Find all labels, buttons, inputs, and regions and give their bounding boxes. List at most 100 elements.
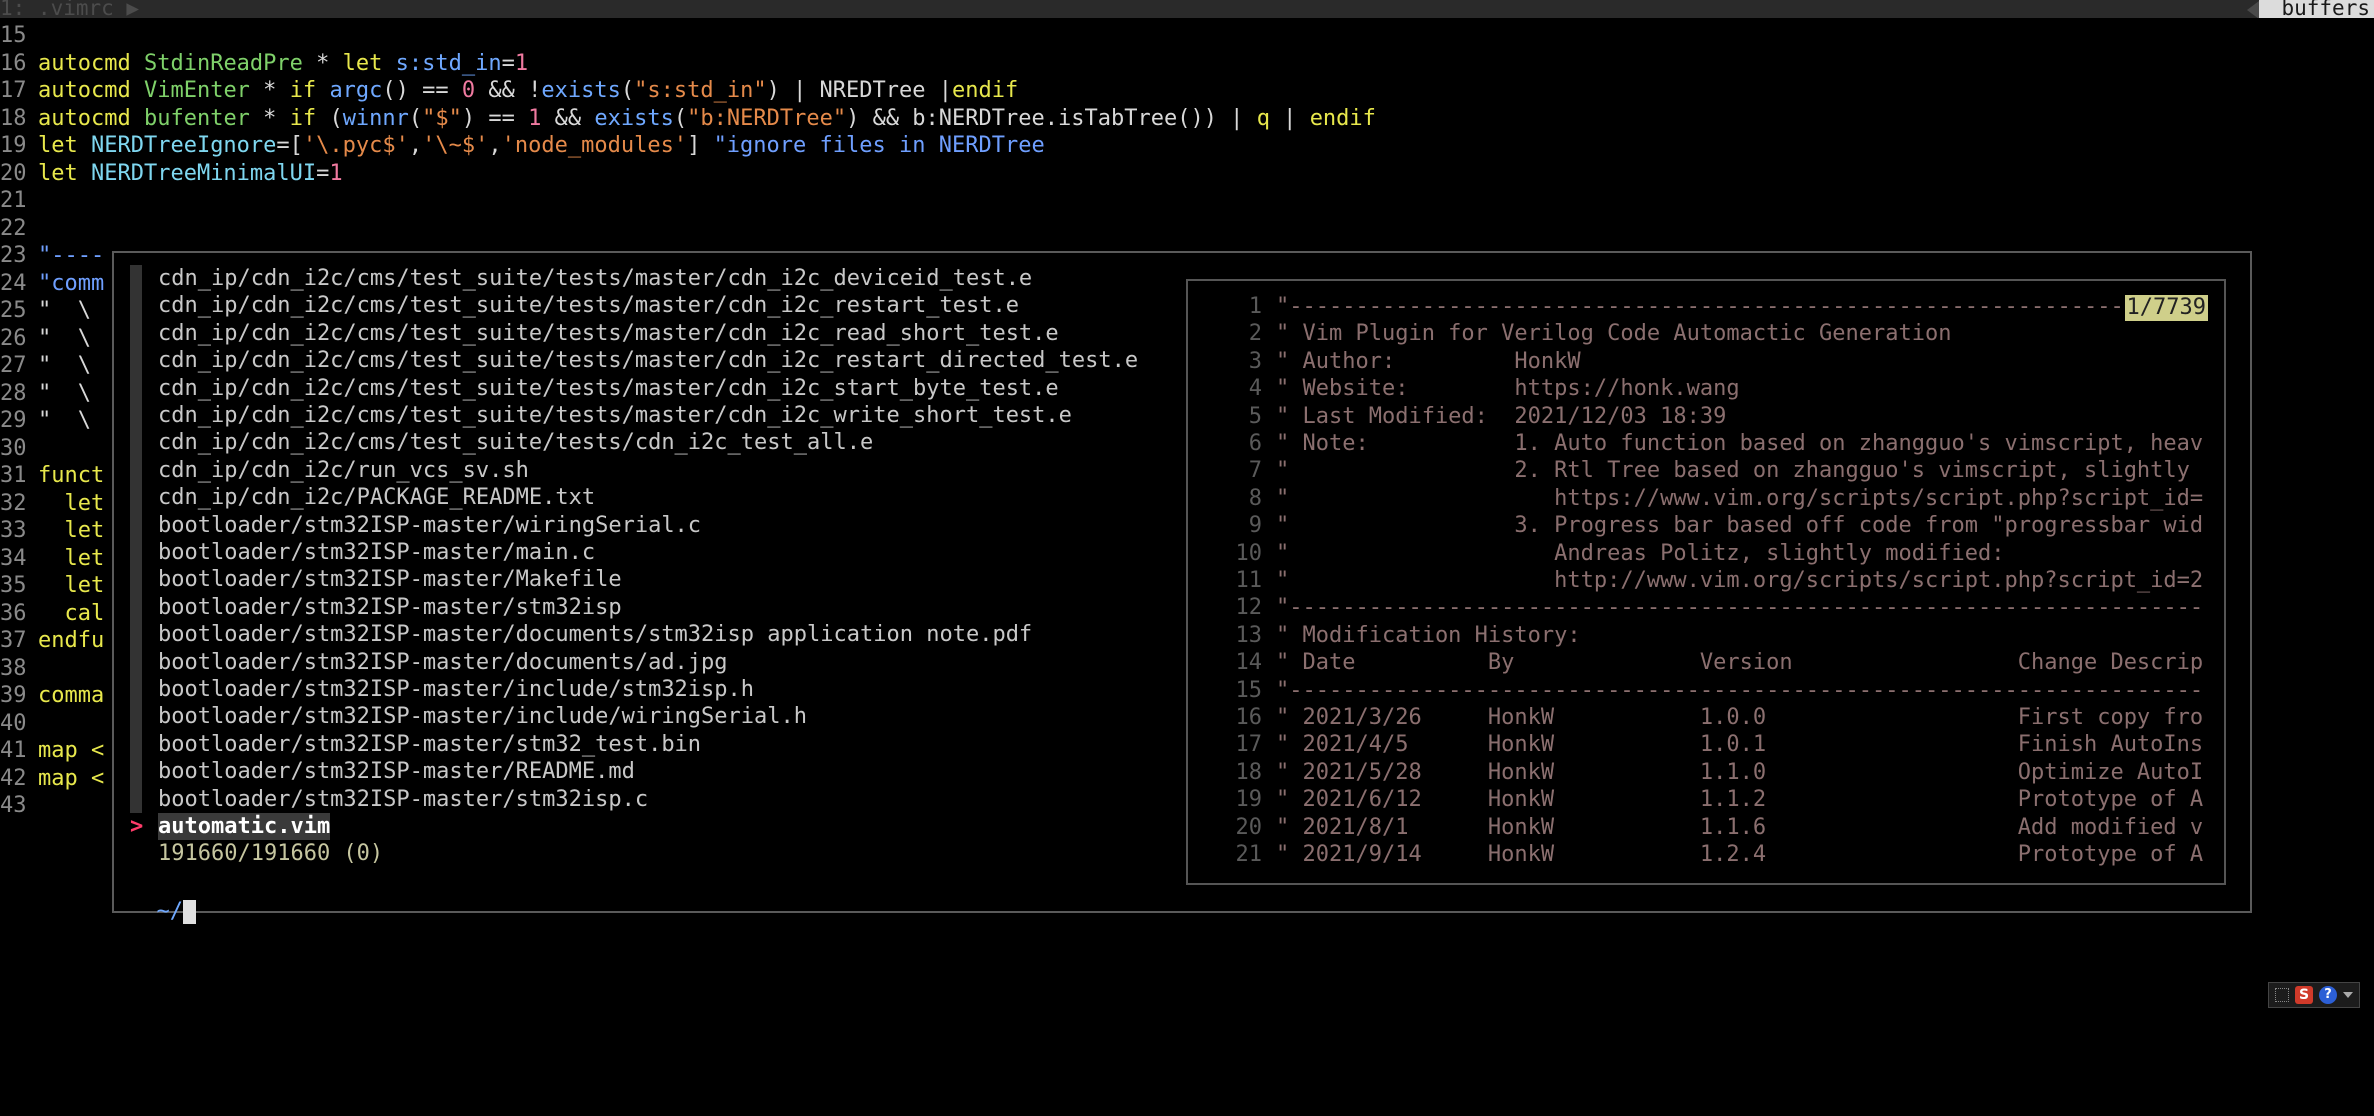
preview-line-number: 9 [1248,513,1262,539]
preview-line-text: " Website: https://honk.wang [1276,376,1740,402]
code-token: let [342,50,396,76]
code-token: 1 [329,160,343,186]
result-gutter [130,484,142,512]
tab-vimrc[interactable]: 1: .vimrc ▶ [0,0,139,18]
result-gutter [130,347,142,375]
code-token: " \ [38,380,91,406]
line-code: autocmd VimEnter * if argc() == 0 && !ex… [38,77,1018,105]
result-gutter [130,456,142,485]
code-token: endif [1309,105,1376,131]
code-token: '\~$' [422,133,489,158]
preview-line-text: " 2021/8/1 HonkW 1.1.6 Add modified v [1276,814,2204,840]
result-path: cdn_ip/cdn_i2c/cms/test_suite/tests/mast… [158,293,1019,319]
code-token: " \ [38,353,91,378]
preview-line-number: 21 [1235,842,1263,867]
preview-line-text: " 2021/5/28 HonkW 1.1.0 Optimize AutoI [1276,759,2204,785]
buffers-label[interactable]: buffers [2259,0,2374,18]
result-gutter [130,621,142,649]
line-number: 19 [0,133,27,158]
ime-tray[interactable]: S ? [2268,982,2360,1008]
code-token: let [38,518,105,543]
line-number: 34 [0,545,27,571]
line-code: let [38,545,104,573]
code-token: NERDTreeIgnore [90,133,277,158]
code-token: autocmd [38,105,144,131]
line-number: 17 [0,78,27,103]
line-number: 28 [0,380,27,406]
line-code: cal [38,600,104,628]
code-token: '\.pyc$' [302,133,409,158]
code-token: winnr [342,105,409,131]
code-token: | [1269,105,1310,131]
preview-line-text: " 2021/3/26 HonkW 1.0.0 First copy fro [1276,705,2204,730]
code-token: map < [38,738,105,763]
preview-line-text: "---------------------------------------… [1276,294,2151,319]
code-token: ] [687,133,714,158]
result-path: cdn_ip/cdn_i2c/cms/test_suite/tests/mast… [158,320,1059,346]
help-icon[interactable]: ? [2319,986,2337,1004]
line-number: 37 [0,628,27,653]
line-number: 26 [0,325,27,351]
line-number: 42 [0,765,27,791]
tabline-right: buffers [2247,0,2374,18]
code-token: && ! [475,78,542,103]
text-cursor [183,900,196,924]
result-gutter [130,265,142,293]
code-token: q [1256,105,1270,131]
result-gutter [130,593,142,622]
result-gutter [130,539,142,567]
chevron-down-icon[interactable] [2343,992,2353,998]
code-token: let [38,490,105,516]
line-number: 38 [0,655,27,681]
match-count: 191660/191660 (0) [158,841,384,867]
code-token: argc [329,78,383,103]
preview-line-number: 15 [1235,677,1263,703]
code-token: 1 [528,105,542,131]
code-token: " \ [38,325,91,351]
result-path: cdn_ip/cdn_i2c/cms/test_suite/tests/mast… [158,375,1059,401]
line-number: 40 [0,710,27,736]
preview-line-number: 12 [1235,595,1263,621]
code-token: 1 [514,50,529,76]
line-code: map < [38,737,104,765]
code-token: ) == [461,105,529,131]
code-token: endfu [38,628,105,653]
tabline: 1: .vimrc ▶ buffers [0,0,2374,18]
result-path: bootloader/stm32ISP-master/include/wirin… [158,704,808,730]
file-preview[interactable]: 21 " 2021/9/14 HonkW 1.2.4 Prototype of A… [1186,279,2226,885]
preview-line-text: " 2021/4/5 HonkW 1.0.1 Finish AutoIns [1276,732,2204,758]
line-code: let [38,572,104,600]
preview-line-text: " Andreas Politz, slightly modified: [1276,540,2005,566]
preview-line-number: 1 [1248,294,1262,319]
preview-line-number: 13 [1235,622,1263,648]
code-token: StdinReadPre [143,50,303,76]
preview-line-number: 4 [1248,376,1262,402]
code-token: if [289,105,330,131]
preview-line-text: " 2. Rtl Tree based on zhangguo's vimscr… [1276,458,2190,484]
preview-line-text: "---------------------------------------… [1276,595,2204,621]
code-token: "b:NERDTree" [687,105,847,131]
code-token: "ignore files in NERDTree [713,133,1045,158]
grip-icon[interactable] [2275,988,2289,1002]
line-number: 27 [0,353,27,378]
preview-line-number: 7 [1248,458,1262,484]
line-number: 16 [0,50,27,76]
code-token: endif [952,78,1019,103]
search-prompt[interactable]: ~/ [130,870,196,924]
code-token: NERDTreeMinimalUI [90,160,317,186]
result-gutter [130,648,142,676]
code-token: funct [38,463,105,488]
code-token: 0 [461,78,476,103]
line-code: let NERDTreeMinimalUI=1 [38,160,343,188]
sogou-ime-icon[interactable]: S [2295,986,2313,1004]
result-path: bootloader/stm32ISP-master/main.c [158,540,596,565]
result-gutter [130,758,142,786]
code-token: " \ [38,298,91,323]
code-token: () == [382,78,462,103]
code-token: autocmd [38,50,144,76]
preview-line-text: " Last Modified: 2021/12/03 18:39 [1276,403,1727,429]
result-gutter [130,292,142,320]
line-number: 15 [0,23,27,48]
preview-line-text: " Date By Version Change Descrip [1276,650,2204,676]
code-token: VimEnter [143,78,250,103]
